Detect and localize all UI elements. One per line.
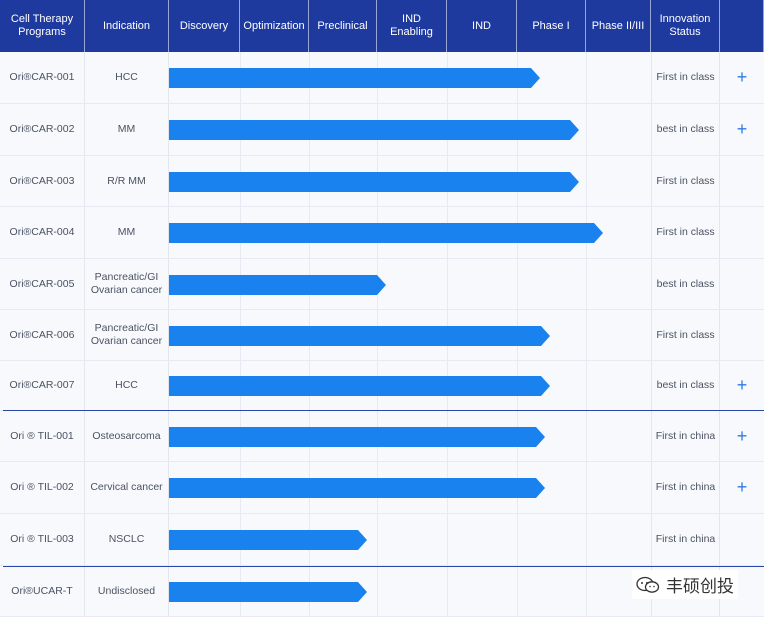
progress-bar — [169, 582, 367, 602]
table-row: Ori®CAR-003 R/R MM First in class — [0, 156, 764, 207]
innovation-status: First in class — [651, 207, 720, 258]
stage-gridline — [517, 514, 518, 565]
header-col-phase-2-3: Phase II/III — [586, 0, 651, 52]
table-row: Ori ® TIL-001 Osteosarcoma First in china + — [0, 411, 764, 462]
progress-bar — [169, 376, 550, 396]
progress-bar — [169, 326, 550, 346]
section-divider — [3, 410, 764, 411]
indication: NSCLC — [85, 514, 169, 565]
table-row: Ori®CAR-007 HCC best in class + — [0, 361, 764, 411]
program-name: Ori®CAR-005 — [0, 259, 85, 309]
indication: Pancreatic/GI Ovarian cancer — [85, 259, 169, 309]
stage-gridline — [517, 566, 518, 616]
innovation-status: best in class — [651, 259, 720, 309]
header-col-innovation-status: Innovation Status — [651, 0, 720, 52]
innovation-status: best in class — [651, 104, 720, 155]
innovation-status: First in china — [651, 514, 720, 565]
indication: MM — [85, 207, 169, 258]
innovation-status: First in china — [651, 462, 720, 513]
indication: Undisclosed — [85, 566, 169, 616]
stage-gridline — [377, 514, 378, 565]
indication: MM — [85, 104, 169, 155]
progress-bar — [169, 275, 386, 295]
innovation-status: First in class — [651, 310, 720, 360]
header-col-discovery: Discovery — [169, 0, 240, 52]
progress-bar — [169, 120, 579, 140]
table-row: Ori®CAR-005 Pancreatic/GI Ovarian cancer be… — [0, 259, 764, 310]
header-col-programs: Cell Therapy Programs — [0, 0, 85, 52]
program-name: Ori ® TIL-003 — [0, 514, 85, 565]
header-col-ind: IND — [447, 0, 517, 52]
innovation-status: First in class — [651, 52, 720, 103]
stage-gridline — [586, 514, 587, 565]
progress-bar — [169, 478, 545, 498]
stage-gridline — [447, 514, 448, 565]
watermark-text: 丰硕创投 — [666, 577, 734, 597]
stage-gridline — [377, 566, 378, 616]
table-row: Ori®CAR-004 MM First in class — [0, 207, 764, 259]
program-name: Ori®CAR-002 — [0, 104, 85, 155]
progress-bar — [169, 427, 545, 447]
program-name: Ori®UCAR-T — [0, 566, 85, 616]
stage-gridline — [517, 259, 518, 309]
expand-plus-icon — [720, 514, 764, 565]
indication: HCC — [85, 361, 169, 410]
stage-gridline — [447, 566, 448, 616]
pipeline-table: Cell Therapy Programs Indication Discovery O… — [0, 0, 767, 617]
expand-plus-icon[interactable]: + — [720, 361, 764, 410]
expand-plus-icon[interactable]: + — [720, 411, 764, 461]
expand-plus-icon — [720, 310, 764, 360]
header-col-expand — [720, 0, 764, 52]
watermark: 丰硕创投 — [632, 570, 738, 599]
section-divider — [3, 566, 764, 567]
program-name: Ori®CAR-003 — [0, 156, 85, 206]
indication: Osteosarcoma — [85, 411, 169, 461]
expand-plus-icon — [720, 156, 764, 206]
stage-gridline — [586, 411, 587, 461]
header-col-ind-enabling: IND Enabling — [377, 0, 447, 52]
program-name: Ori®CAR-007 — [0, 361, 85, 410]
table-header: Cell Therapy Programs Indication Discovery O… — [0, 0, 764, 52]
stage-gridline — [586, 361, 587, 410]
stage-gridline — [447, 259, 448, 309]
innovation-status: First in china — [651, 411, 720, 461]
program-name: Ori ® TIL-001 — [0, 411, 85, 461]
program-name: Ori ® TIL-002 — [0, 462, 85, 513]
header-col-indication: Indication — [85, 0, 169, 52]
program-name: Ori®CAR-006 — [0, 310, 85, 360]
wechat-icon — [636, 576, 660, 593]
expand-plus-icon[interactable]: + — [720, 462, 764, 513]
table-row: Ori®CAR-006 Pancreatic/GI Ovarian cancer Fi… — [0, 310, 764, 361]
stage-gridline — [586, 156, 587, 206]
program-name: Ori®CAR-001 — [0, 52, 85, 103]
stage-gridline — [586, 104, 587, 155]
indication: Cervical cancer — [85, 462, 169, 513]
header-col-optimization: Optimization — [240, 0, 309, 52]
header-col-phase-1: Phase I — [517, 0, 586, 52]
progress-bar — [169, 530, 367, 550]
header-col-preclinical: Preclinical — [309, 0, 377, 52]
innovation-status: First in class — [651, 156, 720, 206]
stage-gridline — [586, 462, 587, 513]
stage-gridline — [586, 259, 587, 309]
table-row: Ori ® TIL-003 NSCLC First in china — [0, 514, 764, 566]
indication: Pancreatic/GI Ovarian cancer — [85, 310, 169, 360]
progress-bar — [169, 172, 579, 192]
expand-plus-icon — [720, 207, 764, 258]
table-row: Ori®CAR-001 HCC First in class + — [0, 52, 764, 104]
table-row: Ori®CAR-002 MM best in class + — [0, 104, 764, 156]
expand-plus-icon[interactable]: + — [720, 52, 764, 103]
table-row: Ori ® TIL-002 Cervical cancer First in chi… — [0, 462, 764, 514]
stage-gridline — [586, 52, 587, 103]
stage-gridline — [586, 566, 587, 616]
expand-plus-icon[interactable]: + — [720, 104, 764, 155]
innovation-status: best in class — [651, 361, 720, 410]
indication: HCC — [85, 52, 169, 103]
program-name: Ori®CAR-004 — [0, 207, 85, 258]
stage-gridline — [586, 310, 587, 360]
expand-plus-icon — [720, 259, 764, 309]
indication: R/R MM — [85, 156, 169, 206]
progress-bar — [169, 68, 540, 88]
progress-bar — [169, 223, 603, 243]
